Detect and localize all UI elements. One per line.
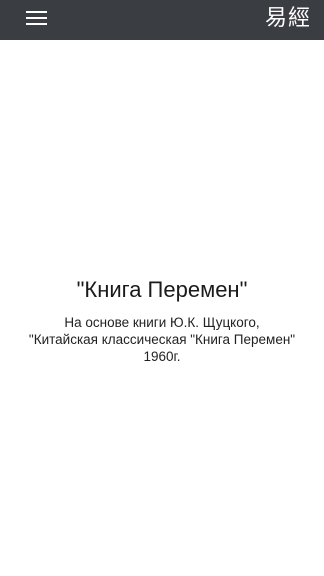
subtitle-line: "Китайская классическая "Книга Перемен" [28, 332, 296, 347]
app-screen: 易經 "Книга Перемен" На основе книги Ю.К. … [0, 0, 324, 576]
menu-line [26, 11, 47, 13]
book-title: "Книга Перемен" [76, 277, 248, 302]
top-app-bar: 易經 [0, 0, 324, 40]
subtitle-line: На основе книги Ю.К. Щуцкого, [64, 315, 260, 330]
menu-line [26, 23, 47, 25]
app-logo: 易經 [264, 6, 311, 31]
book-subtitle: На основе книги Ю.К. Щуцкого, "Китайская… [0, 314, 324, 365]
intro-content: "Книга Перемен" На основе книги Ю.К. Щуц… [0, 275, 324, 365]
hamburger-menu-icon[interactable] [26, 9, 47, 26]
subtitle-line: 1960г. [143, 349, 181, 364]
menu-line [26, 17, 47, 19]
